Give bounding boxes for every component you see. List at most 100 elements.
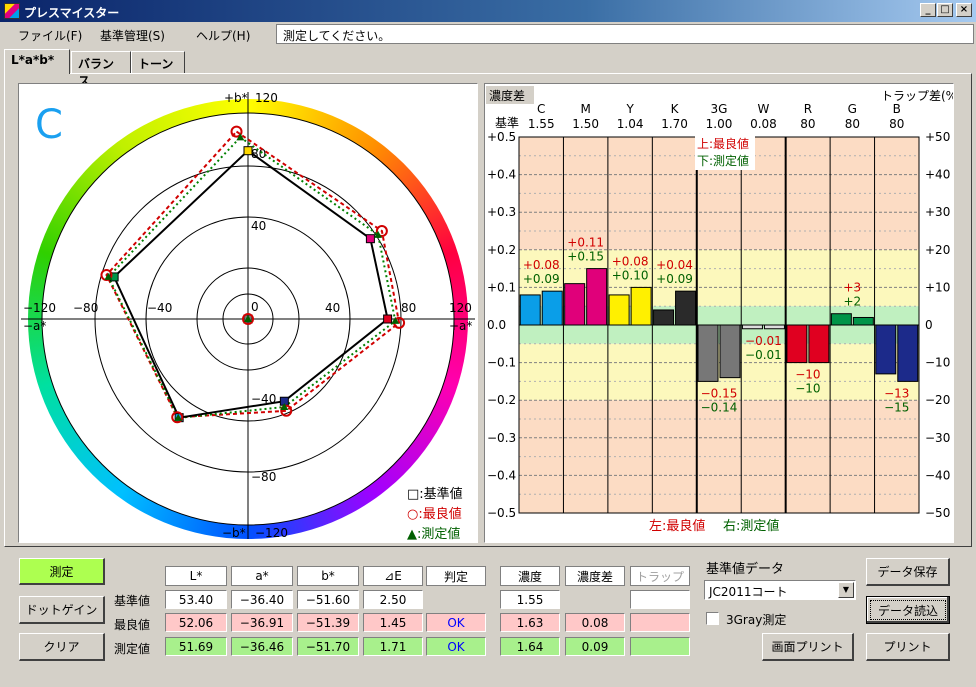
close-button[interactable]: × — [956, 3, 972, 17]
base-value-label: 80 — [845, 117, 860, 131]
axis-b-pos-label: +b* — [224, 91, 248, 105]
a-tick-m40: −40 — [147, 301, 172, 315]
header-a: a* — [231, 566, 293, 586]
density-bar — [564, 283, 586, 326]
category-label: 3G — [711, 102, 728, 116]
load-data-button[interactable]: データ読込 — [866, 596, 950, 624]
measured-value-label: +0.15 — [567, 250, 604, 264]
maximize-button[interactable]: □ — [937, 3, 953, 17]
best-density: 1.63 — [500, 613, 560, 632]
legend-best: ○:最良値 — [407, 506, 462, 522]
right-tick-label: +10 — [925, 280, 950, 294]
left-tick-label: +0.4 — [487, 168, 516, 182]
three-gray-label: 3Gray測定 — [726, 613, 787, 627]
minimize-button[interactable]: _ — [920, 3, 936, 17]
density-bar — [608, 294, 630, 326]
right-tick-label: −50 — [925, 506, 950, 520]
header-l: L* — [165, 566, 227, 586]
axis-a-neg-label: −a* — [23, 319, 46, 333]
print-button[interactable]: プリント — [866, 633, 950, 661]
measured-value-label: −10 — [795, 382, 820, 396]
base-value-label: 1.04 — [617, 117, 644, 131]
measured-trap — [630, 637, 690, 656]
row-label-standard: 基準値 — [114, 594, 151, 608]
left-tick-label: −0.4 — [487, 468, 516, 482]
measured-b: −51.70 — [297, 637, 359, 656]
best-density-diff: 0.08 — [565, 613, 625, 632]
category-label: G — [848, 102, 857, 116]
standard-data-select[interactable]: JC2011コート ▼ — [704, 580, 856, 600]
left-tick-label: +0.5 — [487, 130, 516, 144]
category-label: B — [893, 102, 901, 116]
header-b: b* — [297, 566, 359, 586]
menu-standards[interactable]: 基準管理(S) — [100, 27, 165, 44]
density-bar — [719, 324, 741, 379]
density-diff-panel: 濃度差 トラップ差(%) 基準 +0.08+0.09+0.11+0.15+0.0… — [484, 83, 962, 543]
best-value-label: +0.11 — [567, 236, 604, 250]
measured-value-label: −0.14 — [701, 400, 738, 414]
right-tick-label: +50 — [925, 130, 950, 144]
app-icon — [4, 3, 20, 19]
left-tick-label: +0.3 — [487, 205, 516, 219]
measured-delta-e: 1.71 — [363, 637, 423, 656]
status-message: 測定してください。 — [276, 24, 974, 44]
measured-density: 1.64 — [500, 637, 560, 656]
screen-print-button[interactable]: 画面プリント — [762, 633, 854, 661]
density-bar — [519, 294, 541, 326]
left-tick-label: −0.5 — [487, 506, 516, 520]
base-value-label: 80 — [889, 117, 904, 131]
measured-density-diff: 0.09 — [565, 637, 625, 656]
density-bar — [675, 290, 697, 326]
measured-value-label: +0.09 — [523, 272, 560, 286]
density-bar — [875, 324, 897, 375]
dot-gain-button[interactable]: ドットゲイン — [19, 596, 105, 624]
measured-a: −36.46 — [231, 637, 293, 656]
standard-delta-e: 2.50 — [363, 590, 423, 609]
axis-a-pos-label: +a* — [449, 319, 472, 333]
density-bar — [897, 324, 919, 382]
standard-b: −51.60 — [297, 590, 359, 609]
tab-lab[interactable]: L*a*b* — [4, 49, 70, 74]
window-title: プレスマイスター — [24, 6, 120, 20]
category-label: K — [671, 102, 680, 116]
axis-b-neg-tick: −120 — [255, 526, 288, 540]
left-tick-label: −0.2 — [487, 393, 516, 407]
measure-button[interactable]: 測定 — [19, 558, 105, 585]
header-delta-e: ⊿E — [363, 566, 423, 586]
menu-help[interactable]: ヘルプ(H) — [196, 27, 250, 44]
standard-a: −36.40 — [231, 590, 293, 609]
header-density-diff: 濃度差 — [565, 566, 625, 586]
save-data-button[interactable]: データ保存 — [866, 558, 950, 586]
tab-balance[interactable]: バランス — [71, 51, 131, 88]
standard-point — [243, 146, 253, 156]
density-bar — [697, 324, 719, 382]
three-gray-checkbox[interactable] — [706, 612, 719, 625]
right-tick-label: +40 — [925, 168, 950, 182]
annotation-bottom: 下:測定値 — [697, 153, 749, 168]
tab-tone[interactable]: トーン — [131, 51, 185, 73]
measured-value-label: +0.09 — [656, 272, 693, 286]
footer-right: 右:測定値 — [723, 518, 779, 534]
menu-file[interactable]: ファイル(F) — [18, 27, 82, 44]
category-label: W — [758, 102, 770, 116]
row-label-measured: 測定値 — [114, 642, 151, 656]
measured-value-label: −0.01 — [745, 348, 782, 362]
footer-left: 左:最良値 — [649, 518, 705, 534]
annotation-top: 上:最良値 — [697, 136, 749, 151]
measured-value-label: −15 — [884, 400, 909, 414]
row-label-best: 最良値 — [114, 618, 151, 632]
left-tick-label: 0.0 — [487, 318, 506, 332]
standard-l: 53.40 — [165, 590, 227, 609]
standard-point — [383, 314, 393, 324]
right-tick-label: −30 — [925, 431, 950, 445]
right-tick-label: −20 — [925, 393, 950, 407]
best-a: −36.91 — [231, 613, 293, 632]
lab-polar-panel: C +b* 120 −b* −120 −120 −a* 120 +a* 80 4… — [18, 83, 478, 543]
axis-b-neg-label: −b* — [222, 526, 246, 540]
standard-density: 1.55 — [500, 590, 560, 609]
clear-button[interactable]: クリア — [19, 633, 105, 661]
chevron-down-icon[interactable]: ▼ — [838, 582, 854, 598]
right-tick-label: −10 — [925, 356, 950, 370]
base-label: 基準 — [495, 115, 519, 130]
best-b: −51.39 — [297, 613, 359, 632]
